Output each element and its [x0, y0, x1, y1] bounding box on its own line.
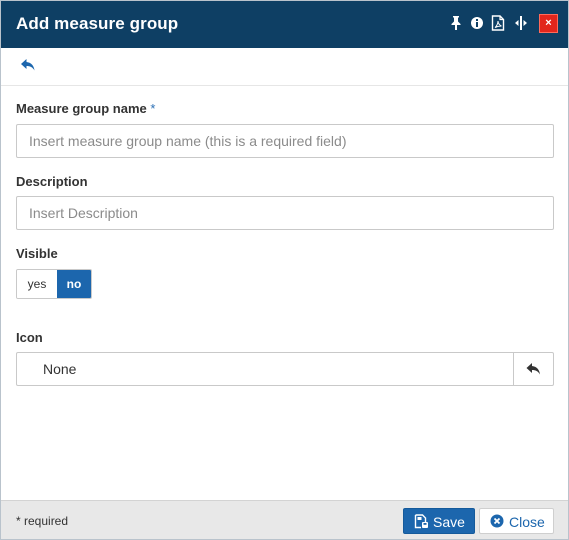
- pdf-icon[interactable]: [491, 15, 505, 33]
- close-button[interactable]: Close: [479, 508, 554, 534]
- icon-label: Icon: [16, 330, 43, 345]
- visible-yes-option[interactable]: yes: [17, 270, 57, 298]
- save-button[interactable]: Save: [403, 508, 475, 534]
- icon-selector-value: None: [43, 361, 77, 377]
- name-label-text: Measure group name: [16, 101, 147, 116]
- visible-label: Visible: [16, 246, 58, 261]
- description-label: Description: [16, 174, 88, 189]
- add-measure-group-dialog: Add measure group × Measure group name *…: [0, 0, 569, 540]
- dialog-toolbar: [1, 48, 568, 86]
- required-marker: *: [150, 101, 156, 116]
- pin-icon[interactable]: [450, 15, 464, 33]
- visible-no-option[interactable]: no: [57, 270, 91, 298]
- dialog-titlebar: Add measure group ×: [1, 1, 568, 48]
- save-file-icon: [414, 514, 428, 529]
- name-label: Measure group name *: [16, 101, 155, 116]
- measure-group-name-input[interactable]: [16, 124, 554, 158]
- icon-reset-button[interactable]: [513, 353, 553, 385]
- close-circle-icon: [490, 514, 504, 528]
- info-icon[interactable]: [470, 15, 484, 33]
- dialog-title: Add measure group: [16, 14, 179, 33]
- close-icon[interactable]: ×: [539, 14, 558, 33]
- close-button-label: Close: [509, 514, 545, 530]
- description-input[interactable]: [16, 196, 554, 230]
- visible-toggle: yes no: [16, 269, 92, 299]
- required-note: * required: [16, 514, 69, 528]
- icon-selector[interactable]: None: [16, 352, 554, 386]
- save-button-label: Save: [433, 514, 465, 530]
- back-arrow-icon[interactable]: [20, 58, 38, 74]
- resize-width-icon[interactable]: [514, 15, 528, 33]
- dialog-footer: * required Save Close: [1, 500, 568, 539]
